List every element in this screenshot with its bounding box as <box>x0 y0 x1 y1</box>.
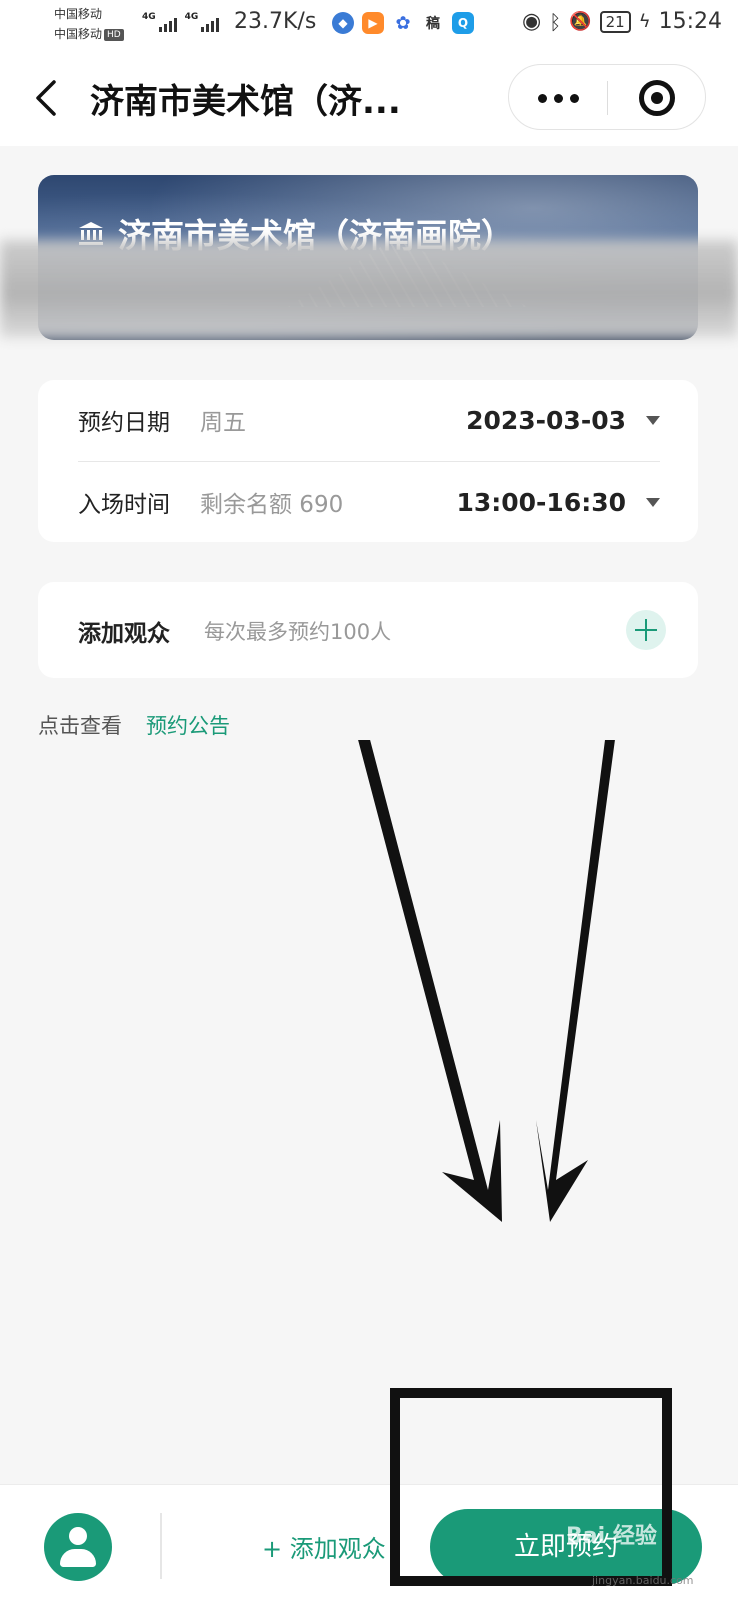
status-bar: 中国移动 中国移动 HD 4G 4G 23.7K/s ◆ ▶ ✿ 稿 Q ◉ ᛒ … <box>0 0 738 50</box>
date-value: 2023-03-03 <box>466 405 626 435</box>
miniprogram-capsule <box>508 64 706 130</box>
clock: 15:24 <box>658 9 722 34</box>
app-notification-icon: ◆ <box>332 12 354 34</box>
remaining-quota: 剩余名额 690 <box>200 492 344 518</box>
mute-icon: 🔕 <box>569 11 592 32</box>
signal-icon: 4G <box>142 12 177 32</box>
annotation-arrow-right <box>536 740 615 1222</box>
network-type-1: 4G <box>142 12 156 22</box>
user-avatar-icon[interactable] <box>44 1513 112 1581</box>
eye-icon: ◉ <box>522 9 542 34</box>
annotation-arrows <box>358 740 615 1222</box>
close-miniprogram-icon[interactable] <box>639 80 675 116</box>
chevron-down-icon <box>646 497 660 507</box>
add-audience-button[interactable]: + 添加观众 <box>262 1529 386 1564</box>
system-status: ◉ ᛒ 🔕 21 ϟ 15:24 <box>522 9 722 34</box>
net-speed: 23.7K/s <box>234 9 317 34</box>
bar-divider <box>160 1513 162 1579</box>
signal-icon: 4G <box>185 12 220 32</box>
time-value: 13:00-16:30 <box>456 487 626 517</box>
carrier-2: 中国移动 <box>54 27 103 41</box>
paw-app-icon: ✿ <box>392 12 414 34</box>
battery-icon: 21 <box>599 10 631 33</box>
audience-card: 添加观众 每次最多预约100人 <box>38 582 698 678</box>
signal-indicators: 4G 4G <box>142 12 220 32</box>
chevron-down-icon <box>646 415 660 425</box>
blurred-redaction <box>0 240 738 338</box>
more-dots-icon[interactable] <box>509 65 607 131</box>
nav-bar: 济南市美术馆（济... <box>0 50 738 146</box>
baidu-watermark: Bai 经验 <box>566 1524 657 1549</box>
search-app-icon: Q <box>452 12 474 34</box>
video-app-icon: ▶ <box>362 12 384 34</box>
carrier-1: 中国移动 <box>54 7 103 21</box>
annotation-arrow-left <box>358 740 502 1222</box>
draft-app-icon: 稿 <box>422 12 444 34</box>
time-row[interactable]: 入场时间 剩余名额 690 13:00-16:30 <box>78 462 660 542</box>
add-audience-label: 添加观众 <box>78 621 170 647</box>
capsule-divider <box>607 81 608 115</box>
booking-card: 预约日期 周五 2023-03-03 入场时间 剩余名额 690 13:00-1… <box>38 380 698 542</box>
baidu-watermark-url: jingyan.baidu.com <box>592 1574 694 1587</box>
time-label: 入场时间 <box>78 492 170 518</box>
notice-prefix: 点击查看 <box>38 714 122 738</box>
date-row[interactable]: 预约日期 周五 2023-03-03 <box>78 380 660 460</box>
hd-badge: HD <box>104 28 124 41</box>
weekday-text: 周五 <box>200 410 246 436</box>
charging-icon: ϟ <box>638 11 651 32</box>
back-icon[interactable] <box>30 78 66 118</box>
add-audience-plus-icon[interactable] <box>626 610 666 650</box>
notification-app-icons: ◆ ▶ ✿ 稿 Q <box>332 12 474 34</box>
bluetooth-icon: ᛒ <box>549 9 562 34</box>
network-type-2: 4G <box>184 12 199 22</box>
booking-notice-link[interactable]: 预约公告 <box>146 710 230 740</box>
carrier-info: 中国移动 中国移动 HD <box>54 4 124 44</box>
audience-limit-hint: 每次最多预约100人 <box>204 620 392 644</box>
page-title: 济南市美术馆（济... <box>90 82 401 122</box>
annotation-highlight-box <box>390 1388 672 1586</box>
date-label: 预约日期 <box>78 410 170 436</box>
